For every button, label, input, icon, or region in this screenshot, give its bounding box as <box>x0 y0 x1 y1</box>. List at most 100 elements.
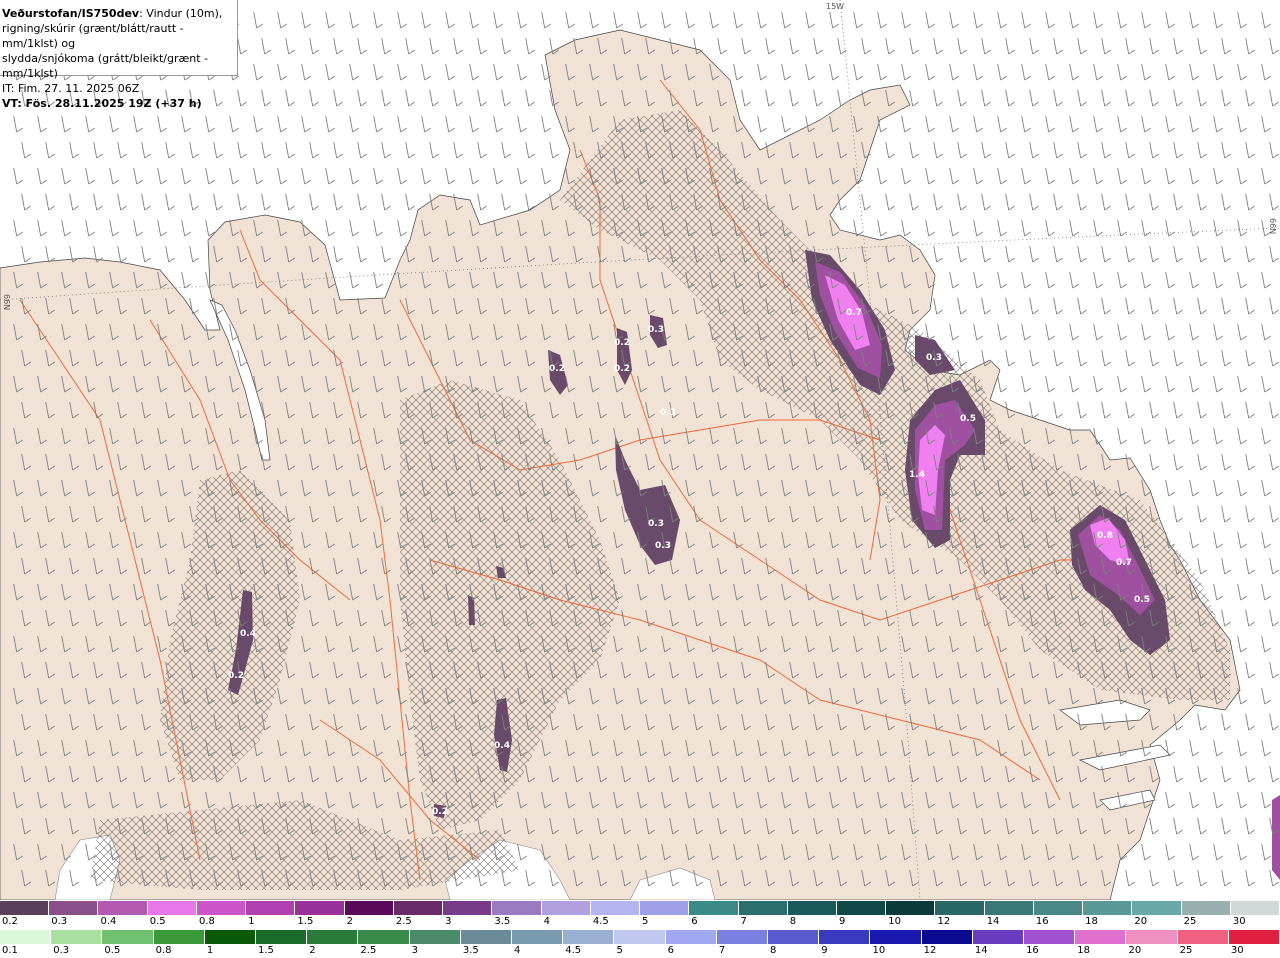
legend-label: 4 <box>541 915 591 929</box>
legend-swatch <box>1132 901 1182 915</box>
snow-legend: 0.2 0.3 0.4 0.5 0.8 1 1.5 2 2.5 3 3.5 4 4.5 5 6 7 8 9 10 12… <box>0 901 1280 929</box>
legend-label: 14 <box>984 915 1034 929</box>
grid-label-66n-right: 66N <box>1268 218 1277 235</box>
value-label: 0.7 <box>846 308 862 318</box>
legend-swatch <box>590 901 641 915</box>
snow-blob-far-east <box>1272 795 1280 880</box>
value-label: 0.3 <box>926 353 942 363</box>
legend-swatch <box>0 901 50 915</box>
legend-swatch <box>256 930 308 944</box>
legend-swatch <box>153 930 205 944</box>
legend-swatch <box>738 901 788 915</box>
legend-label: 5 <box>640 915 690 929</box>
value-label: 0.3 <box>648 325 664 335</box>
legend-swatch <box>541 901 591 915</box>
map-title-box: Veðurstofan/IS750dev: Vindur (10m), rign… <box>0 0 238 110</box>
legend-label: 3.5 <box>492 915 542 929</box>
legend-swatch <box>344 901 394 915</box>
legend-swatch <box>1075 930 1127 944</box>
legend-label: 1 <box>204 944 257 958</box>
legend-label: 10 <box>886 915 936 929</box>
legend-swatch <box>1230 901 1280 915</box>
value-label: 0.2 <box>614 338 630 348</box>
legend-label: 20 <box>1132 915 1182 929</box>
legend-label: 18 <box>1075 944 1127 958</box>
snow-legend-labels: 0.2 0.3 0.4 0.5 0.8 1 1.5 2 2.5 3 3.5 4 4.5 5 6 7 8 9 10 12… <box>0 915 1280 929</box>
legend-label: 16 <box>1033 915 1084 929</box>
legend-swatch <box>492 901 542 915</box>
legend-swatch <box>1181 901 1231 915</box>
legend-swatch <box>295 901 345 915</box>
legend-label: 30 <box>1228 944 1280 958</box>
rain-legend: 0.1 0.3 0.5 0.8 1 1.5 2 2.5 3 3.5 4 4.5 5 6 7 8 9 10 12 14 1… <box>0 930 1280 958</box>
legend-label: 0.3 <box>49 915 99 929</box>
legend-swatch <box>787 901 837 915</box>
legend-label: 4 <box>512 944 564 958</box>
legend-label: 0.1 <box>0 944 52 958</box>
legend-swatch <box>196 901 247 915</box>
legend-swatch <box>393 901 444 915</box>
rain-legend-colors <box>0 930 1280 944</box>
legend-label: 18 <box>1083 915 1133 929</box>
legend-swatch <box>665 930 717 944</box>
map-title-rest: : Vindur (10m), <box>139 7 223 20</box>
value-label: 0.3 <box>648 519 664 529</box>
legend-label: 2.5 <box>393 915 444 929</box>
legend-swatch <box>984 901 1034 915</box>
legend-label: 7 <box>738 915 788 929</box>
snow-legend-colors <box>0 901 1280 915</box>
legend-swatch <box>870 930 922 944</box>
weather-map <box>0 0 1280 900</box>
value-label: 0.8 <box>1097 531 1113 541</box>
legend-label: 9 <box>819 944 871 958</box>
value-label: 0.2 <box>549 364 565 374</box>
legend-swatch <box>836 901 887 915</box>
value-label: 0.5 <box>960 414 976 424</box>
legend-swatch <box>614 930 666 944</box>
legend-label: 20 <box>1126 944 1178 958</box>
value-label: 0.3 <box>660 408 676 418</box>
legend-label: 4.5 <box>563 944 615 958</box>
legend-label: 9 <box>836 915 887 929</box>
value-label: 0.5 <box>1134 595 1150 605</box>
legend-label: 3.5 <box>460 944 513 958</box>
value-label: 0.7 <box>1116 558 1132 568</box>
grid-label-15w: 15W <box>826 2 845 11</box>
legend-label: 7 <box>716 944 769 958</box>
legend-swatch <box>102 930 154 944</box>
legend-label: 0.3 <box>51 944 103 958</box>
legend-label: 1.5 <box>295 915 345 929</box>
legend-swatch <box>689 901 739 915</box>
legend-swatch <box>1083 901 1133 915</box>
legend-label: 2 <box>307 944 359 958</box>
legend-swatch <box>768 930 820 944</box>
legend-swatch <box>0 930 52 944</box>
legend-label: 2.5 <box>358 944 410 958</box>
legend-label: 12 <box>921 944 973 958</box>
legend-swatch <box>886 901 936 915</box>
legend-swatch <box>460 930 513 944</box>
legend-swatch <box>1024 930 1076 944</box>
legend-swatch <box>1033 901 1084 915</box>
legend-label: 1 <box>246 915 296 929</box>
legend-swatch <box>972 930 1025 944</box>
legend-label: 8 <box>787 915 837 929</box>
legend-label: 4.5 <box>590 915 641 929</box>
valid-time: VT: Fös. 28.11.2025 19Z (+37 h) <box>2 97 202 110</box>
legend-label: 0.8 <box>196 915 247 929</box>
legend-label: 1.5 <box>256 944 308 958</box>
legend-swatch <box>358 930 410 944</box>
rain-legend-labels: 0.1 0.3 0.5 0.8 1 1.5 2 2.5 3 3.5 4 4.5 5 6 7 8 9 10 12 14 1… <box>0 944 1280 958</box>
value-label: 0.2 <box>432 807 448 817</box>
legend-label: 0.4 <box>98 915 148 929</box>
legend-label: 16 <box>1024 944 1076 958</box>
legend-swatch <box>935 901 985 915</box>
legend-label: 12 <box>935 915 985 929</box>
legend-label: 10 <box>870 944 922 958</box>
legend-label: 3 <box>443 915 493 929</box>
value-label: 1.4 <box>909 470 925 480</box>
legend-swatch <box>512 930 564 944</box>
value-label: 0.2 <box>614 364 630 374</box>
grid-label-66n-left: 66N <box>2 294 11 311</box>
value-label: 0.3 <box>655 541 671 551</box>
